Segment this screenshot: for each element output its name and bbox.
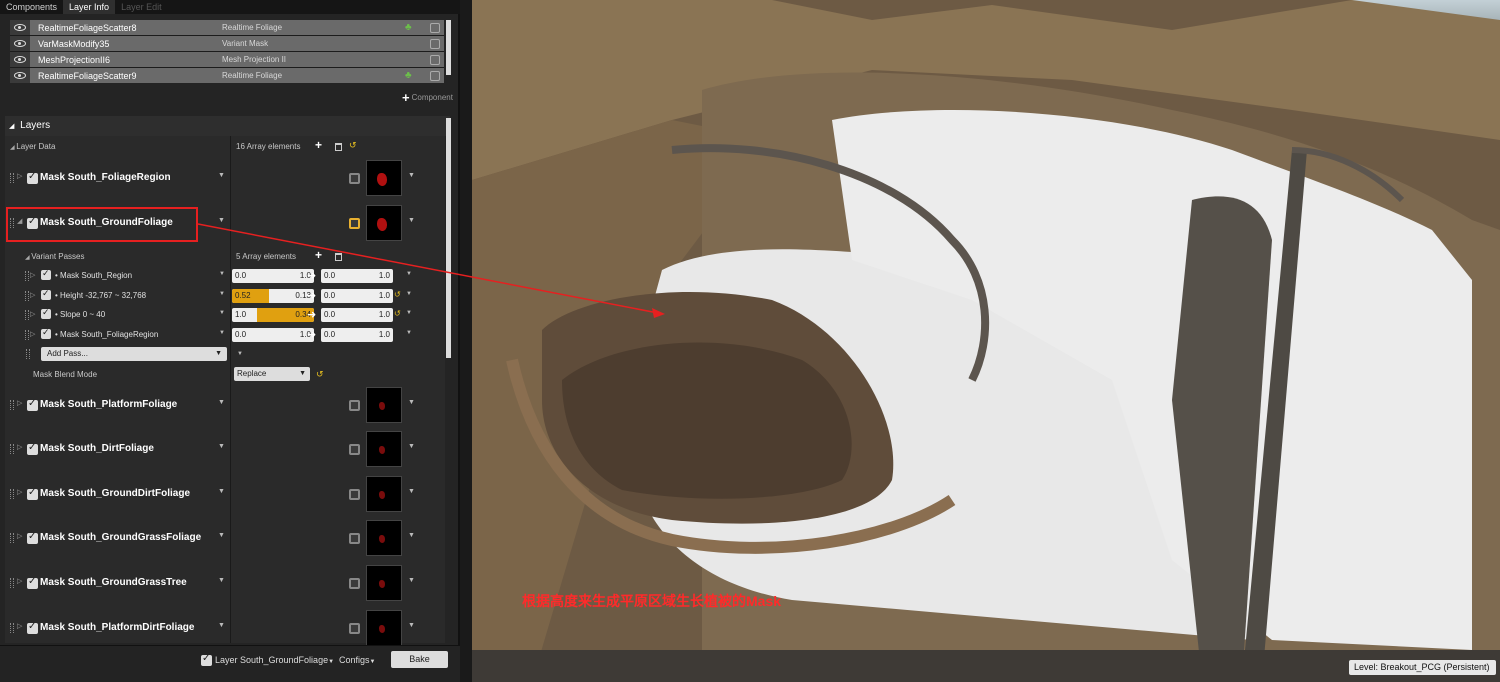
viewport-annotation-caption: 根据高度来生成平原区域生长植被的Mask (522, 593, 782, 609)
level-label: Level: Breakout_PCG (Persistent) (1349, 660, 1496, 675)
annotation-arrow (197, 223, 659, 314)
annotation-overlay (197, 223, 665, 318)
arrow-head-icon (652, 308, 665, 318)
